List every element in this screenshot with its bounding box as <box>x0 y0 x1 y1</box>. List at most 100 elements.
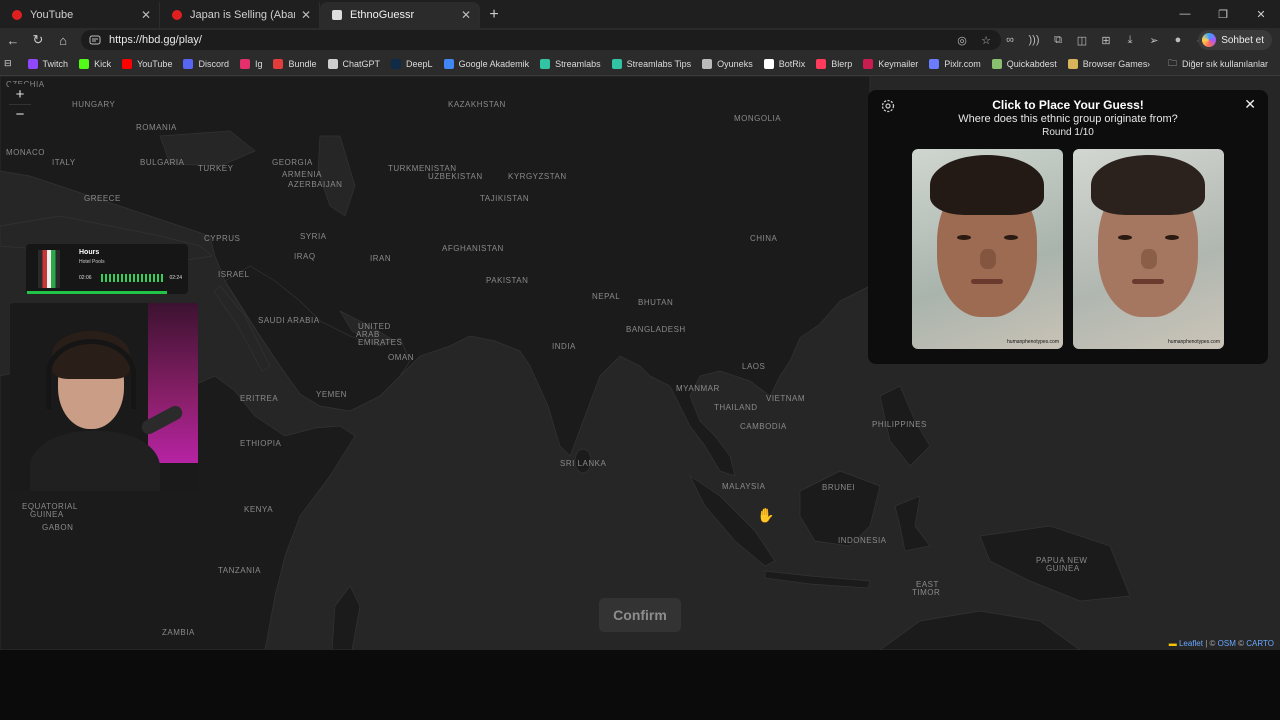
chat-button-label: Sohbet et <box>1221 34 1264 46</box>
tab-ethnoguessr[interactable]: EthnoGuessr ✕ <box>320 2 480 28</box>
downloads-icon[interactable]: ⤓ <box>1118 34 1142 47</box>
close-tab-icon[interactable]: ✕ <box>301 8 311 22</box>
bookmark-favicon-icon <box>327 58 338 69</box>
new-tab-button[interactable]: + <box>480 2 508 28</box>
australia <box>879 610 1081 650</box>
profile-avatar-icon[interactable]: ● <box>1166 34 1190 46</box>
bookmark-pixlr-com[interactable]: Pixlr.com <box>929 58 981 69</box>
map-label: KENYA <box>244 505 274 514</box>
bookmark-favicon-icon <box>391 58 402 69</box>
split-screen-icon[interactable]: ◫ <box>1070 34 1094 47</box>
glasses-icon[interactable]: ∞ <box>998 34 1022 46</box>
bookmark-label: Twitch <box>42 58 69 69</box>
tab-youtube[interactable]: YouTube ✕ <box>0 2 160 28</box>
collections-icon[interactable]: ⊞ <box>1094 34 1118 47</box>
bookmark-kick[interactable]: Kick <box>79 58 111 69</box>
close-window-icon[interactable]: ✕ <box>1242 0 1280 28</box>
other-favorites-label: Diğer sık kullanılanlar <box>1181 59 1268 69</box>
chevron-right-icon[interactable]: › <box>1147 59 1150 69</box>
map-label: GABON <box>42 523 74 532</box>
favorite-star-icon[interactable]: ☆ <box>974 34 998 47</box>
bookmark-twitch[interactable]: Twitch <box>27 58 69 69</box>
face-mouth <box>971 279 1003 284</box>
map-label: ROMANIA <box>136 123 177 132</box>
page-footer-area <box>0 650 1280 720</box>
bookmark-label: Ig <box>254 58 263 69</box>
reload-button[interactable]: ↻ <box>26 28 50 52</box>
osm-link[interactable]: OSM <box>1218 639 1236 648</box>
world-map[interactable]: CZECHIAHUNGARYROMANIAMONACOITALYBULGARIA… <box>0 76 1280 650</box>
map-label: INDONESIA <box>838 536 887 545</box>
leaflet-link[interactable]: Leaflet <box>1179 639 1203 648</box>
bookmark-label: Browser Games <box>1082 58 1148 69</box>
home-button[interactable]: ⌂ <box>51 28 75 52</box>
bookmark-blerp[interactable]: Blerp <box>816 58 852 69</box>
bookmark-chatgpt[interactable]: ChatGPT <box>327 58 380 69</box>
close-tab-icon[interactable]: ✕ <box>141 8 151 22</box>
panel-title: Click to Place Your Guess! <box>992 98 1144 112</box>
minimize-icon[interactable]: — <box>1166 0 1204 28</box>
bookmark-ig[interactable]: Ig <box>239 58 263 69</box>
back-button[interactable]: ← <box>1 28 25 52</box>
map-label: SAUDI ARABIA <box>258 316 320 325</box>
map-label: THAILAND <box>714 403 758 412</box>
map-label: KAZAKHSTAN <box>448 100 506 109</box>
site-info-icon[interactable] <box>89 34 101 46</box>
bookmark-keymailer[interactable]: Keymailer <box>863 58 918 69</box>
bookmark-botrix[interactable]: BotRix <box>763 58 806 69</box>
bookmark-bundle[interactable]: Bundle <box>273 58 317 69</box>
headset <box>46 339 136 409</box>
bookmark-streamlabs[interactable]: Streamlabs <box>540 58 601 69</box>
confirm-button[interactable]: Confirm <box>599 598 681 632</box>
map-label: ZAMBIA <box>162 628 195 637</box>
bookmark-favicon-icon <box>540 58 551 69</box>
copilot-chat-button[interactable]: Sohbet et <box>1198 30 1272 50</box>
other-favorites[interactable]: › 🗀 Diğer sık kullanılanlar <box>1147 52 1280 76</box>
bookmark-oyuneks[interactable]: Oyuneks <box>702 58 753 69</box>
close-icon[interactable]: ✕ <box>1244 96 1256 113</box>
share-icon[interactable]: ➢ <box>1142 34 1166 47</box>
streamer-webcam <box>10 303 198 491</box>
bookmark-browser-games[interactable]: Browser Games <box>1067 58 1148 69</box>
sulawesi <box>894 495 931 552</box>
bookmark-favicon-icon <box>122 58 133 69</box>
streamer-body <box>30 431 160 491</box>
image-watermark: humanphenotypes.com <box>1168 339 1220 345</box>
bookmark-deepl[interactable]: DeepL <box>391 58 433 69</box>
face-mouth <box>1132 279 1164 284</box>
map-attribution: ▬ Leaflet | © OSM © CARTO <box>1169 639 1274 648</box>
tracking-prevention-icon[interactable]: ◎ <box>950 34 974 47</box>
read-aloud-icon[interactable]: ))) <box>1022 34 1046 46</box>
close-tab-icon[interactable]: ✕ <box>461 8 471 22</box>
face-eye <box>957 235 971 240</box>
map-label: PAKISTAN <box>486 276 529 285</box>
bookmark-label: BotRix <box>778 58 806 69</box>
bookmark-streamlabs-tips[interactable]: Streamlabs Tips <box>611 58 691 69</box>
map-label: AFGHANISTAN <box>442 244 504 253</box>
address-bar[interactable]: https://hbd.gg/play/ <box>81 30 1001 50</box>
face-image-male: humanphenotypes.com <box>912 149 1063 349</box>
carto-link[interactable]: CARTO <box>1246 639 1274 648</box>
bookmark-favicon-icon <box>702 58 713 69</box>
bookmark-label: Quickabdest <box>1006 58 1057 69</box>
sidebar-toggle-icon[interactable]: ⊟ <box>4 58 12 69</box>
bookmark-google-akademik[interactable]: Google Akademik <box>443 58 529 69</box>
map-label: GUINEA <box>1046 564 1080 573</box>
zoom-in-button[interactable]: + <box>9 84 31 104</box>
bookmark-youtube[interactable]: YouTube <box>122 58 173 69</box>
bookmark-favicon-icon <box>611 58 622 69</box>
tab-strip: YouTube ✕ Japan is Selling (Abandoned) H… <box>0 0 1280 28</box>
browser-toolbar: ← ↻ ⌂ https://hbd.gg/play/ ◎ ☆ ∞ ))) ⧉ ◫… <box>0 28 1280 52</box>
bookmark-quickabdest[interactable]: Quickabdest <box>991 58 1057 69</box>
tab-japan-video[interactable]: Japan is Selling (Abandoned) Hou ✕ <box>160 2 320 28</box>
map-label: GREECE <box>84 194 121 203</box>
bookmark-label: YouTube <box>137 58 173 69</box>
extensions-icon[interactable]: ⧉ <box>1046 34 1070 47</box>
bookmark-favicon-icon <box>27 58 38 69</box>
bookmark-discord[interactable]: Discord <box>183 58 229 69</box>
map-label: LAOS <box>742 362 766 371</box>
restore-icon[interactable]: ❐ <box>1204 0 1242 28</box>
zoom-out-button[interactable]: − <box>9 104 31 124</box>
toolbar-icons: ◎ ☆ ∞ ))) ⧉ ◫ ⊞ ⤓ ➢ ● ⋯ <box>950 28 1214 52</box>
map-label: TIMOR <box>912 588 941 597</box>
